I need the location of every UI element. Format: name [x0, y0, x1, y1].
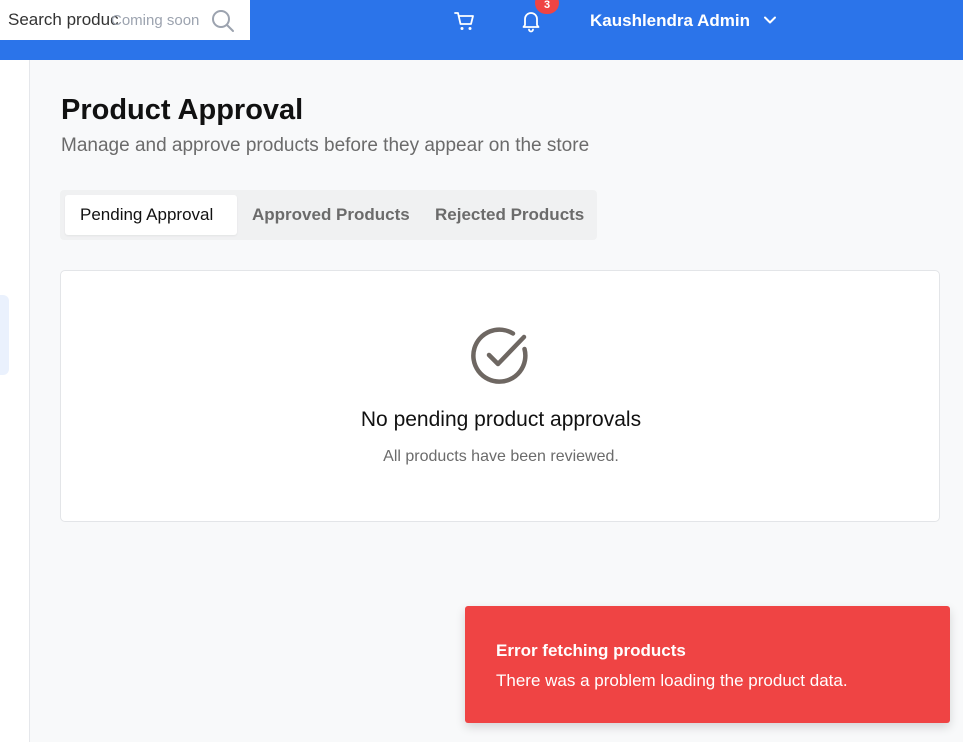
empty-state-card: No pending product approvals All product… — [60, 270, 940, 522]
page-title: Product Approval — [61, 94, 304, 126]
toast-title: Error fetching products — [496, 641, 686, 660]
tab-pending-approval[interactable]: Pending Approval — [65, 195, 237, 235]
empty-state-subtitle: All products have been reviewed. — [383, 448, 619, 465]
cart-icon[interactable] — [453, 9, 477, 33]
approval-tabs: Pending Approval Approved Products Rejec… — [60, 190, 597, 240]
notification-count-badge: 3 — [535, 0, 559, 14]
sidebar — [0, 60, 30, 742]
user-menu-name[interactable]: Kaushlendra Admin — [590, 11, 750, 31]
sidebar-collapse-handle[interactable] — [0, 295, 9, 375]
toast-message: There was a problem loading the product … — [496, 671, 848, 690]
tab-approved-products[interactable]: Approved Products — [252, 195, 410, 235]
search-icon[interactable] — [210, 8, 236, 34]
error-toast[interactable]: Error fetching products There was a prob… — [465, 606, 950, 723]
top-navbar: Coming soon 3 Kaushlendra Admin — [0, 0, 963, 60]
search-box: Coming soon — [0, 0, 250, 40]
tab-rejected-products[interactable]: Rejected Products — [435, 195, 584, 235]
empty-state-title: No pending product approvals — [360, 408, 642, 431]
search-input[interactable] — [8, 0, 118, 40]
chevron-down-icon[interactable] — [762, 12, 778, 28]
search-coming-soon-hint: Coming soon — [111, 12, 200, 29]
page-subtitle: Manage and approve products before they … — [61, 135, 590, 156]
check-circle-icon — [471, 327, 528, 384]
